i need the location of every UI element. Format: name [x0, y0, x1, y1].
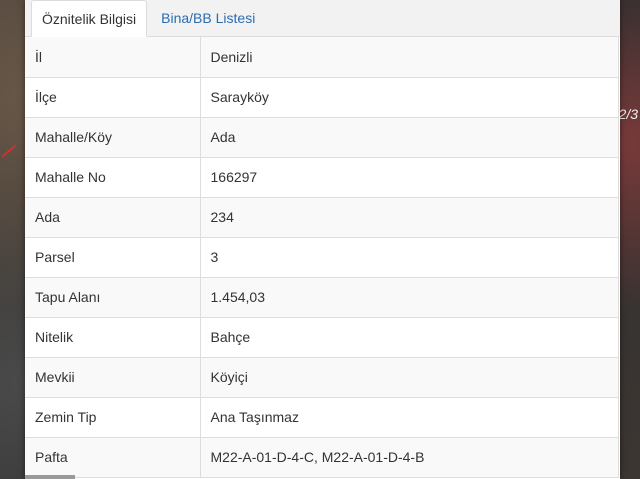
tab-building-list[interactable]: Bina/BB Listesi	[151, 0, 265, 36]
tab-bar: Öznitelik Bilgisi Bina/BB Listesi	[25, 0, 620, 37]
attribute-value: Bahçe	[199, 316, 619, 358]
table-row: Pafta M22-A-01-D-4-C, M22-A-01-D-4-B	[25, 436, 619, 478]
attribute-table: İl Denizli İlçe Sarayköy Mahalle/Köy Ada Mahal…	[25, 37, 619, 478]
horizontal-scrollbar[interactable]	[25, 475, 75, 479]
table-row: Tapu Alanı 1.454,03	[25, 276, 619, 318]
table-row: İlçe Sarayköy	[25, 76, 619, 118]
table-row: İl Denizli	[25, 37, 619, 78]
attribute-key: Ada	[25, 196, 201, 238]
attribute-key: Mevkii	[25, 356, 201, 398]
attribute-key: Nitelik	[25, 316, 201, 358]
attribute-value: 234	[199, 196, 619, 238]
attribute-info-panel: Öznitelik Bilgisi Bina/BB Listesi İl Deni…	[25, 0, 620, 479]
attribute-key: Parsel	[25, 236, 201, 278]
attribute-key: Pafta	[25, 436, 201, 478]
attribute-value: 1.454,03	[199, 276, 619, 318]
attribute-value: 3	[199, 236, 619, 278]
attribute-key: Zemin Tip	[25, 396, 201, 438]
attribute-value: Denizli	[199, 37, 619, 78]
attribute-key: Mahalle No	[25, 156, 201, 198]
attribute-value: Sarayköy	[199, 76, 619, 118]
attribute-value: 166297	[199, 156, 619, 198]
attribute-key: Tapu Alanı	[25, 276, 201, 318]
table-row: Mevkii Köyiçi	[25, 356, 619, 398]
attribute-value: Ada	[199, 116, 619, 158]
attribute-key: Mahalle/Köy	[25, 116, 201, 158]
attribute-value: Köyiçi	[199, 356, 619, 398]
table-row: Mahalle No 166297	[25, 156, 619, 198]
table-row: Ada 234	[25, 196, 619, 238]
attribute-value: M22-A-01-D-4-C, M22-A-01-D-4-B	[199, 436, 619, 478]
table-row: Mahalle/Köy Ada	[25, 116, 619, 158]
attribute-key: İl	[25, 37, 201, 78]
table-row: Zemin Tip Ana Taşınmaz	[25, 396, 619, 438]
tab-attribute-info[interactable]: Öznitelik Bilgisi	[31, 0, 148, 37]
table-row: Nitelik Bahçe	[25, 316, 619, 358]
table-row: Parsel 3	[25, 236, 619, 278]
attribute-value: Ana Taşınmaz	[199, 396, 619, 438]
map-parcel-label: 2/3	[618, 106, 638, 122]
attribute-key: İlçe	[25, 76, 201, 118]
